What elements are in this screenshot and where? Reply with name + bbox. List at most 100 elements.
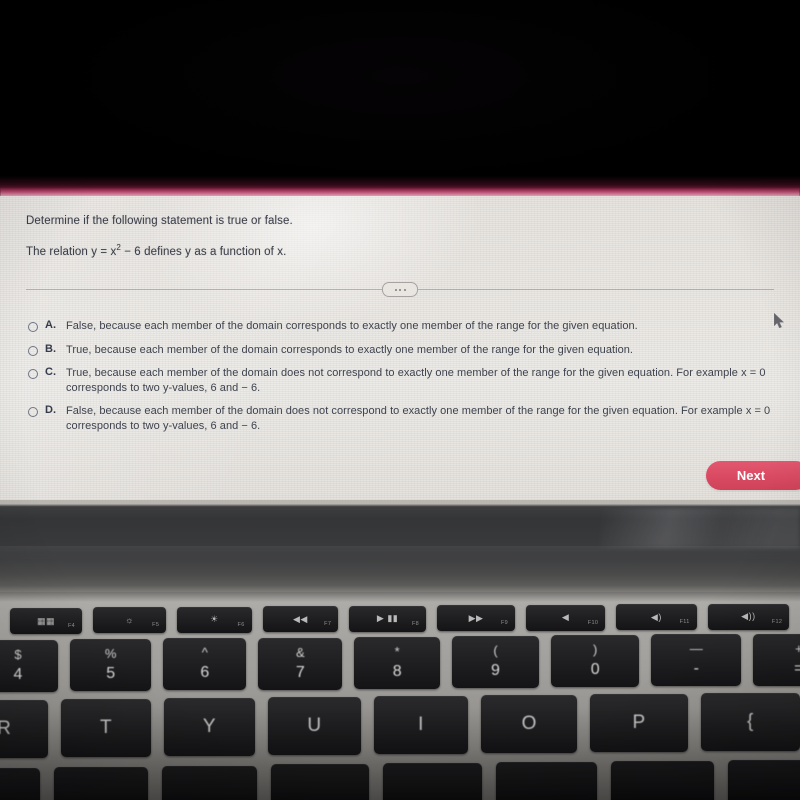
key-=[interactable]: + =	[753, 633, 800, 686]
key-g[interactable]	[54, 766, 148, 800]
bezel-reflection	[600, 508, 800, 548]
mouse-cursor-icon	[774, 313, 785, 329]
key-f8[interactable]: ▶ ▮▮ F8	[349, 605, 426, 632]
key-glyph-icon: ☼	[125, 615, 134, 626]
key-primary-label: 8	[392, 662, 402, 680]
option-b[interactable]: B. True, because each member of the doma…	[28, 343, 788, 358]
key-primary-label: P	[632, 712, 646, 733]
key-blank[interactable]	[611, 760, 714, 800]
key-blank[interactable]	[382, 763, 482, 800]
key-glyph-icon: ▶ ▮▮	[376, 613, 399, 624]
option-c[interactable]: C. True, because each member of the doma…	[28, 366, 788, 395]
key-glyph-icon: ◀))	[741, 611, 756, 622]
key-f11[interactable]: ◀) F11	[616, 604, 697, 631]
radio-button-icon[interactable]	[28, 407, 38, 417]
key-primary-label: 7	[295, 663, 305, 681]
key-f6[interactable]: ☀ F6	[177, 606, 252, 633]
option-letter: C.	[45, 366, 56, 378]
question-instruction: Determine if the following statement is …	[26, 215, 293, 227]
option-letter: D.	[45, 404, 56, 416]
dark-background-region	[0, 0, 800, 190]
key-glyph-icon: ◀	[561, 612, 570, 623]
key-fn-label: F9	[500, 620, 508, 627]
option-text: False, because each member of the domain…	[66, 404, 770, 433]
key-6[interactable]: ^ 6	[163, 638, 247, 691]
radio-button-icon[interactable]	[28, 345, 38, 356]
key--[interactable]: — -	[651, 634, 742, 687]
option-letter: A.	[45, 319, 56, 331]
key-glyph-icon: ◀)	[650, 611, 662, 622]
key-primary-label: U	[307, 715, 322, 736]
dot-icon	[403, 288, 406, 291]
key-glyph-icon: ▦▦	[36, 615, 55, 626]
option-text-line1: True, because each member of the domain …	[66, 367, 766, 379]
key-0[interactable]: ) 0	[551, 635, 640, 688]
option-text: False, because each member of the domain…	[66, 320, 638, 332]
key-shift-label: (	[493, 643, 498, 658]
key-f5[interactable]: ☼ F5	[93, 607, 167, 634]
key-5[interactable]: % 5	[70, 639, 152, 692]
deck-shadow	[0, 592, 800, 602]
key-t[interactable]: T	[61, 699, 151, 757]
key-primary-label: 0	[590, 661, 600, 679]
key-primary-label: Y	[202, 716, 216, 737]
option-letter: B.	[45, 342, 56, 355]
key-{[interactable]: {	[700, 693, 800, 751]
option-text-line1: False, because each member of the domain…	[66, 405, 771, 417]
key-shift-label: *	[394, 643, 400, 659]
key-shift-label: &	[295, 644, 305, 660]
key-primary-label: =	[794, 659, 800, 677]
option-d[interactable]: D. False, because each member of the dom…	[28, 404, 788, 433]
key-glyph-icon: ▶▶	[468, 612, 484, 623]
key-blank[interactable]	[0, 768, 40, 800]
ellipsis-pill-button[interactable]	[382, 282, 418, 297]
key-shift-label: +	[794, 640, 800, 656]
key-primary-label: 5	[106, 665, 116, 683]
key-fn-label: F5	[152, 622, 160, 629]
key-o[interactable]: O	[481, 695, 577, 753]
key-primary-label: T	[99, 717, 112, 738]
key-fn-label: F11	[679, 619, 690, 626]
key-shift-label: $	[14, 647, 22, 662]
option-a[interactable]: A. False, because each member of the dom…	[28, 319, 788, 334]
key-r[interactable]: R	[0, 700, 48, 758]
key-f9[interactable]: ▶▶ F9	[437, 605, 515, 632]
key-f10[interactable]: ◀ F10	[526, 604, 606, 631]
key-blank[interactable]	[727, 759, 800, 800]
key-9[interactable]: (9	[452, 636, 539, 688]
option-text: True, because each member of the domain …	[66, 343, 634, 356]
option-text: True, because each member of the domain …	[66, 366, 765, 395]
key-u[interactable]: U	[267, 697, 361, 755]
key-7[interactable]: & 7	[258, 637, 343, 690]
key-f4[interactable]: ▦▦ F4	[10, 608, 82, 634]
key-4[interactable]: $4	[0, 640, 58, 692]
hinge-highlight	[0, 546, 800, 560]
key-8[interactable]: * 8	[354, 636, 440, 689]
key-glyph-icon: ☀	[210, 614, 219, 625]
key-p[interactable]: P	[590, 694, 688, 752]
key-fn-label: F7	[324, 621, 332, 628]
key-primary-label: -	[693, 660, 699, 678]
key-i[interactable]: I	[373, 696, 468, 754]
next-button[interactable]: Next	[706, 461, 800, 490]
key-fn-label: F8	[411, 620, 419, 627]
key-blank[interactable]	[496, 762, 597, 800]
dot-icon	[399, 288, 401, 291]
key-primary-label: 9	[491, 662, 500, 679]
statement-prefix: The relation y = x	[26, 246, 117, 258]
key-primary-label: {	[747, 711, 754, 732]
key-f12[interactable]: ◀)) F12	[707, 603, 790, 630]
key-shift-label: —	[689, 641, 703, 657]
key-f7[interactable]: ◀◀ F7	[262, 606, 339, 633]
radio-button-icon[interactable]	[28, 369, 38, 379]
key-fn-label: F10	[587, 619, 599, 626]
option-text-line2: corresponds to two y-values, 6 and − 6.	[66, 381, 261, 394]
laptop-bezel-hinge	[0, 500, 800, 595]
key-y[interactable]: Y	[163, 698, 255, 756]
key-blank[interactable]	[271, 764, 369, 800]
key-fn-label: F4	[67, 623, 75, 629]
key-primary-label: 6	[200, 664, 210, 682]
radio-button-icon[interactable]	[28, 322, 38, 332]
key-primary-label: I	[418, 714, 424, 735]
key-h[interactable]	[161, 765, 258, 800]
